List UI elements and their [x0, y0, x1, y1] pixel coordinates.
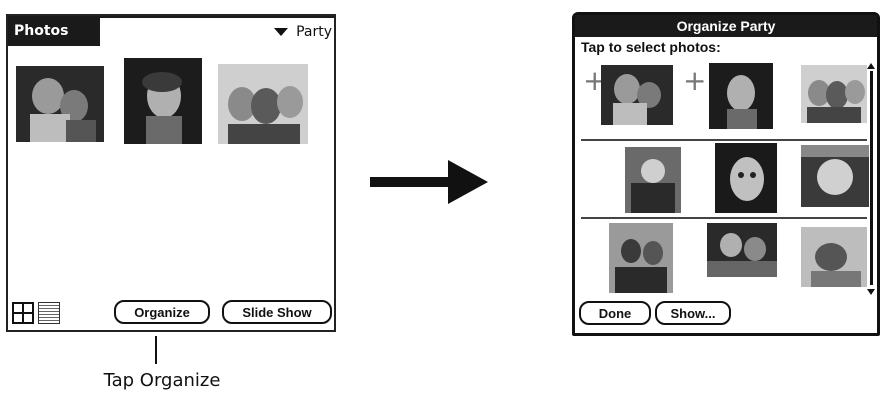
photo-thumbnail[interactable]	[801, 145, 869, 207]
photo-image	[707, 223, 777, 277]
triangle-down-icon	[274, 28, 289, 36]
photo-image	[16, 66, 104, 142]
photo-thumbnail[interactable]	[625, 147, 681, 213]
photo-thumbnail[interactable]	[609, 223, 673, 293]
photo-image	[601, 65, 673, 125]
photo-thumbnail[interactable]	[601, 65, 673, 125]
photo-thumbnail[interactable]	[16, 66, 104, 142]
plus-icon: +	[683, 64, 707, 97]
app-title: Photos	[8, 16, 100, 46]
organize-button[interactable]: Organize	[114, 300, 210, 324]
slide-show-button[interactable]: Slide Show	[222, 300, 332, 324]
photo-thumbnail[interactable]	[801, 65, 867, 123]
grid-view-icon[interactable]	[12, 302, 34, 324]
photos-screen: Photos Party Organize Slide Show	[6, 14, 336, 332]
photo-image	[625, 147, 681, 213]
photo-thumbnail[interactable]	[801, 227, 867, 287]
photo-thumbnail[interactable]	[715, 143, 777, 213]
album-name: Party	[296, 24, 332, 40]
photo-image	[715, 143, 777, 213]
title-underline	[100, 16, 334, 18]
scroll-up-icon[interactable]	[867, 63, 875, 69]
instruction-text: Tap to select photos:	[581, 39, 721, 55]
button-bar: Organize Slide Show	[8, 298, 334, 330]
show-button[interactable]: Show...	[655, 301, 731, 325]
photo-image	[801, 227, 867, 287]
photo-thumbnail[interactable]	[124, 58, 202, 144]
photo-image	[218, 64, 308, 144]
photo-image	[801, 145, 869, 207]
photo-thumbnail[interactable]	[707, 223, 777, 277]
scrollbar-track[interactable]	[870, 71, 873, 285]
row-divider	[581, 217, 867, 219]
organize-screen: Organize Party Tap to select photos: + +	[572, 12, 880, 336]
done-button[interactable]: Done	[579, 301, 651, 325]
photo-thumbnail[interactable]	[709, 63, 773, 129]
list-view-icon[interactable]	[38, 302, 60, 324]
album-select[interactable]: Party	[274, 22, 332, 42]
right-arrow-icon	[370, 160, 488, 204]
photo-image	[609, 223, 673, 293]
photo-image	[124, 58, 202, 144]
callout-label: Tap Organize	[103, 370, 221, 391]
scroll-down-icon[interactable]	[867, 289, 875, 295]
callout-line	[155, 336, 157, 364]
title-bar: Photos Party	[8, 16, 334, 46]
row-divider	[581, 139, 867, 141]
scrollbar[interactable]	[867, 63, 875, 295]
photo-image	[801, 65, 867, 123]
screen-title: Organize Party	[575, 15, 877, 37]
photo-thumbnail[interactable]	[218, 64, 308, 144]
photo-image	[709, 63, 773, 129]
